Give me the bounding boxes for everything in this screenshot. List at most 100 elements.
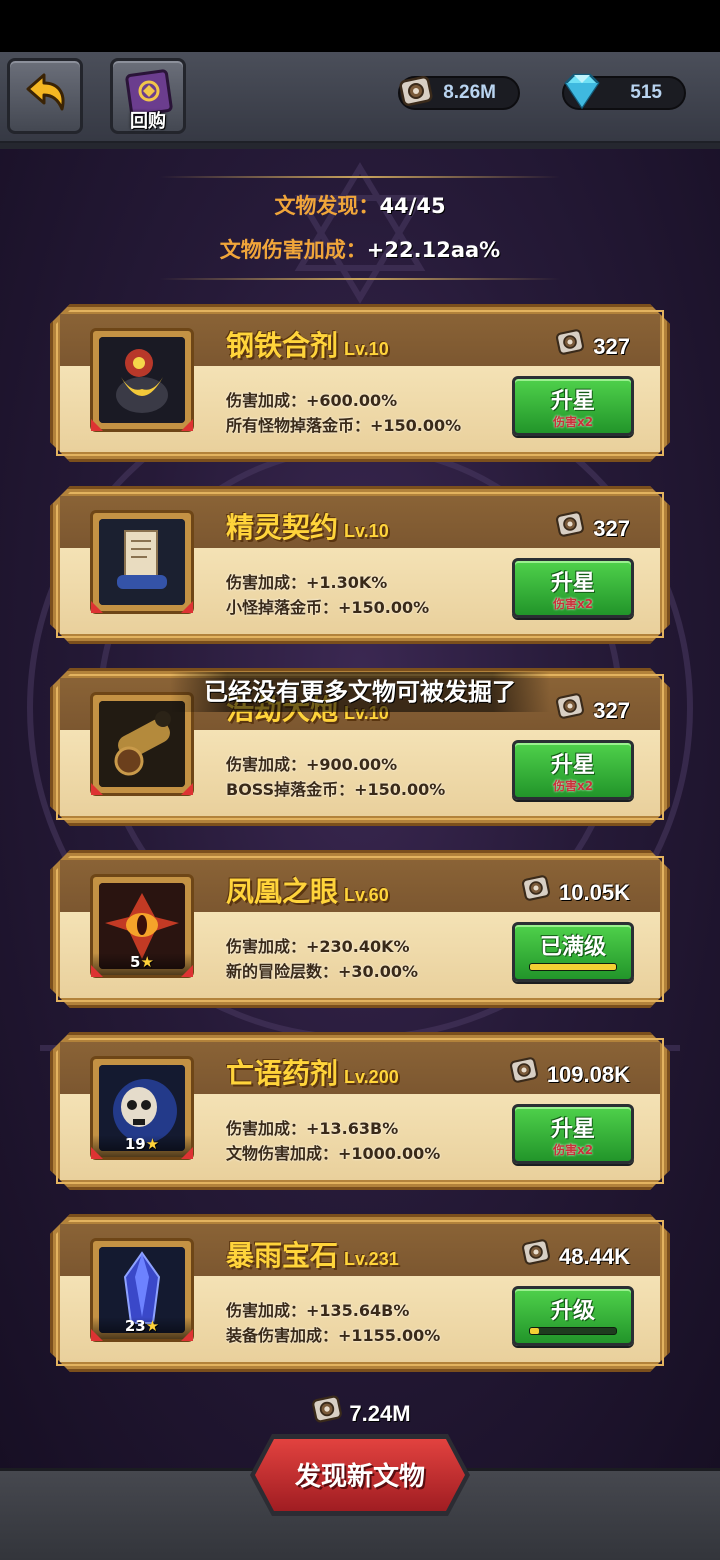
upgrade-cost-value: 327 xyxy=(593,515,630,541)
artifact-card: 23★ 暴雨宝石 Lv.231 48.44K 伤害加成：+135.64B% 装备伤… xyxy=(50,1214,670,1372)
artifact-title: 钢铁合剂 Lv.10 xyxy=(226,324,389,364)
artifact-card: 钢铁合剂 Lv.10 327 伤害加成：+600.00% 所有怪物掉落金币：+15… xyxy=(50,304,670,462)
discover-artifact-button[interactable]: 发现新文物 xyxy=(250,1434,470,1516)
artifact-name: 凤凰之眼 xyxy=(226,875,339,908)
divider-bottom xyxy=(160,278,560,280)
star-icon: ★ xyxy=(140,953,154,971)
upgrade-cost-value: 327 xyxy=(593,333,630,359)
star-up-button[interactable]: 升星 伤害x2 xyxy=(512,558,634,618)
artifact-title: 暴雨宝石 Lv.231 xyxy=(226,1234,399,1274)
artifact-effect-2: 所有怪物掉落金币：+150.00% xyxy=(226,416,462,435)
artifact-title: 亡语药剂 Lv.200 xyxy=(226,1052,399,1092)
artifact-effect-1: 伤害加成：+600.00% xyxy=(226,391,398,410)
back-button[interactable] xyxy=(7,58,83,134)
artifact-level: Lv.231 xyxy=(344,1249,399,1269)
star-icon: ★ xyxy=(145,1317,160,1335)
artifact-card: 精灵契约 Lv.10 327 伤害加成：+1.30K% 小怪掉落金币：+150.0… xyxy=(50,486,670,644)
iron-potion-icon xyxy=(99,337,185,423)
action-button-sub: 伤害x2 xyxy=(552,779,594,793)
action-button-sub: 伤害x2 xyxy=(552,1143,594,1157)
toast-message: 已经没有更多文物可被发掘了 xyxy=(170,672,550,712)
action-button-label: 升星 xyxy=(550,753,595,778)
level-progress-bar xyxy=(529,1327,617,1335)
artifact-damage-bonus: 文物伤害加成：+22.12aa% xyxy=(0,234,720,264)
upgrade-cost: 327 xyxy=(553,510,630,550)
artifact-damage-bonus-label: 文物伤害加成： xyxy=(219,238,367,262)
level-up-button[interactable]: 升级 xyxy=(512,1286,634,1346)
artifact-name: 亡语药剂 xyxy=(226,1057,339,1090)
artifact-effect-1: 伤害加成：+230.40K% xyxy=(226,937,410,956)
artifact-icon-frame[interactable]: 23★ xyxy=(90,1238,194,1342)
gear-currency: 8.26M xyxy=(398,76,520,110)
gear-icon xyxy=(553,689,587,729)
gem-currency: 515 xyxy=(562,73,686,110)
action-button-label: 升星 xyxy=(550,1117,595,1142)
artifact-effect-1: 伤害加成：+13.63B% xyxy=(226,1119,399,1138)
action-button-label: 升星 xyxy=(550,571,595,596)
buyback-label: 回购 xyxy=(130,111,166,132)
artifacts-found-value: 44/45 xyxy=(379,194,446,218)
upgrade-cost-value: 48.44K xyxy=(559,1243,630,1269)
artifact-title: 精灵契约 Lv.10 xyxy=(226,506,389,546)
status-bar xyxy=(0,0,720,52)
star-count: 23★ xyxy=(93,1317,191,1339)
gear-icon xyxy=(507,1053,541,1093)
upgrade-cost: 327 xyxy=(553,328,630,368)
star-up-button[interactable]: 升星 伤害x2 xyxy=(512,740,634,800)
artifact-level: Lv.60 xyxy=(344,885,389,905)
upgrade-cost: 327 xyxy=(553,692,630,732)
gear-amount: 8.26M xyxy=(443,82,496,103)
top-bar: 回购 8.26M 515 xyxy=(0,52,720,149)
gear-icon xyxy=(519,1235,553,1275)
artifact-effect-2: 小怪掉落金币：+150.00% xyxy=(226,598,430,617)
artifact-icon-frame[interactable] xyxy=(90,328,194,432)
artifact-title: 凤凰之眼 Lv.60 xyxy=(226,870,389,910)
gear-icon xyxy=(553,507,587,547)
upgrade-cost-value: 10.05K xyxy=(559,879,630,905)
artifact-name: 精灵契约 xyxy=(226,511,339,544)
action-button-sub: 伤害x2 xyxy=(552,597,594,611)
artifact-effect-1: 伤害加成：+135.64B% xyxy=(226,1301,410,1320)
gear-icon xyxy=(309,1391,345,1433)
artifact-icon-frame[interactable]: 19★ xyxy=(90,1056,194,1160)
gem-amount: 515 xyxy=(630,82,662,103)
discover-cost: 7.24M xyxy=(0,1394,720,1436)
artifact-name: 钢铁合剂 xyxy=(226,329,339,362)
cannon-icon xyxy=(99,701,185,787)
upgrade-cost: 10.05K xyxy=(519,874,630,914)
star-icon: ★ xyxy=(145,1135,160,1153)
gear-icon xyxy=(553,325,587,365)
buyback-button[interactable]: 回购 xyxy=(110,58,186,134)
artifact-icon-frame[interactable]: 5★ xyxy=(90,874,194,978)
upgrade-cost: 109.08K xyxy=(507,1056,630,1096)
upgrade-cost-value: 109.08K xyxy=(546,1061,630,1087)
artifact-effect-2: BOSS掉落金币：+150.00% xyxy=(226,780,446,799)
artifact-card: 5★ 凤凰之眼 Lv.60 10.05K 伤害加成：+230.40K% 新的冒险层… xyxy=(50,850,670,1008)
artifacts-found-label: 文物发现： xyxy=(274,194,380,218)
artifacts-found: 文物发现：44/45 xyxy=(0,190,720,220)
back-arrow-icon xyxy=(26,73,65,111)
artifact-icon-frame[interactable] xyxy=(90,510,194,614)
diamond-icon xyxy=(560,71,604,115)
artifact-effect-2: 装备伤害加成：+1155.00% xyxy=(226,1326,441,1345)
upgrade-cost-value: 327 xyxy=(593,697,630,723)
discover-cost-value: 7.24M xyxy=(349,1400,411,1426)
star-up-button[interactable]: 升星 伤害x2 xyxy=(512,1104,634,1164)
action-button-label: 升级 xyxy=(550,1299,595,1324)
action-button-label: 已满级 xyxy=(539,935,606,960)
artifact-level: Lv.10 xyxy=(344,521,389,541)
artifact-effect-2: 文物伤害加成：+1000.00% xyxy=(226,1144,441,1163)
scroll-icon xyxy=(99,519,185,605)
action-button-sub: 伤害x2 xyxy=(552,415,594,429)
artifact-damage-bonus-value: +22.12aa% xyxy=(366,238,501,262)
gear-icon xyxy=(396,71,436,115)
star-up-button[interactable]: 升星 伤害x2 xyxy=(512,376,634,436)
discover-artifact-label: 发现新文物 xyxy=(294,1462,425,1492)
artifact-effect-1: 伤害加成：+1.30K% xyxy=(226,573,388,592)
artifact-effect-2: 新的冒险层数：+30.00% xyxy=(226,962,419,981)
action-button-label: 升星 xyxy=(550,389,595,414)
star-count: 19★ xyxy=(93,1135,191,1157)
max-level-button[interactable]: 已满级 xyxy=(512,922,634,982)
artifact-level: Lv.10 xyxy=(344,339,389,359)
artifact-card: 19★ 亡语药剂 Lv.200 109.08K 伤害加成：+13.63B% 文物伤… xyxy=(50,1032,670,1190)
